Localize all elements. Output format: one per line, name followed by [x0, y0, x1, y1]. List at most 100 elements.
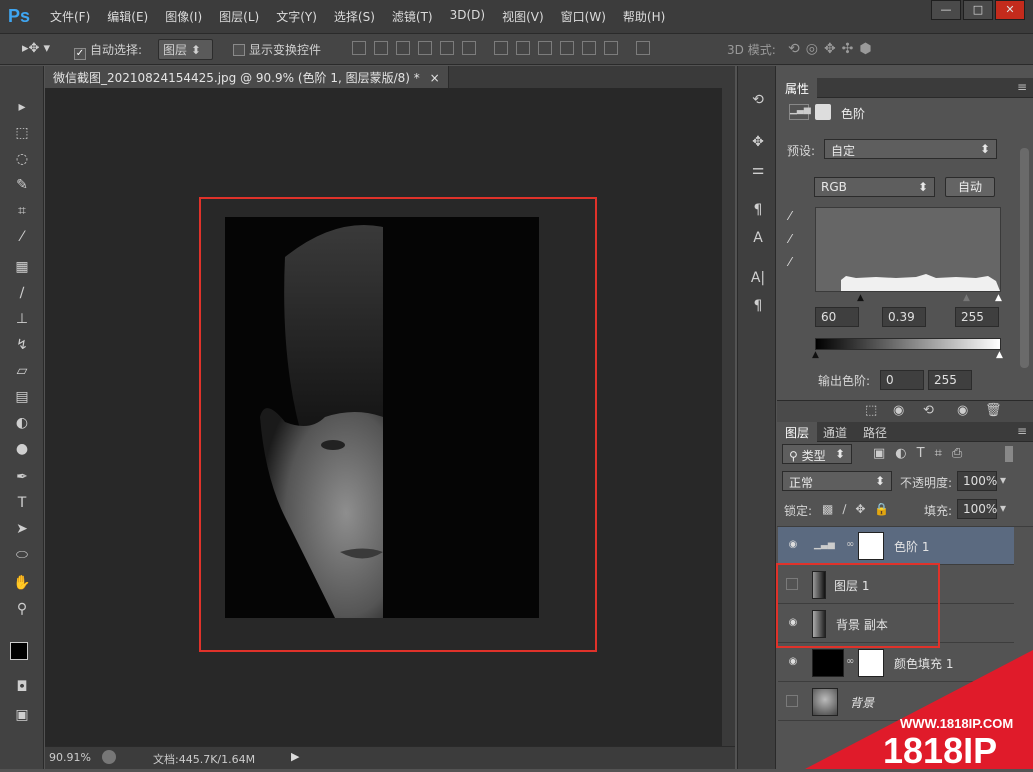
history-icon[interactable]: ⟲	[748, 92, 768, 112]
input-gamma-field[interactable]: 0.39	[882, 307, 926, 327]
align-vcenter-icon[interactable]	[374, 41, 388, 55]
delete-adjustment-icon[interactable]: 🗑	[985, 403, 1002, 418]
zoom-tool-icon[interactable]: ⚲	[10, 598, 34, 620]
menu-select[interactable]: 选择(S)	[334, 8, 375, 25]
move-tool-icon[interactable]: ▸	[10, 96, 34, 118]
foreground-color-swatch[interactable]	[10, 642, 28, 660]
blur-tool-icon[interactable]: ◐	[10, 412, 34, 434]
close-tab-icon[interactable]: ×	[430, 71, 440, 85]
input-white-field[interactable]: 255	[955, 307, 999, 327]
menu-help[interactable]: 帮助(H)	[623, 8, 665, 25]
document-tab[interactable]: 微信截图_20210824154425.jpg @ 90.9% (色阶 1, 图…	[45, 66, 449, 88]
stamp-tool-icon[interactable]: ⊥	[10, 308, 34, 330]
marquee-tool-icon[interactable]: ⬚	[10, 122, 34, 144]
align-top-icon[interactable]	[352, 41, 366, 55]
output-white-field[interactable]: 255	[928, 370, 972, 390]
white-point-slider[interactable]: ▲	[995, 293, 1002, 303]
properties-scrollbar[interactable]	[1020, 148, 1029, 368]
input-black-field[interactable]: 60	[815, 307, 859, 327]
opacity-arrow-icon[interactable]: ▾	[1000, 473, 1006, 487]
auto-select-dropdown[interactable]: 图层 ⬍	[158, 39, 213, 60]
brush-tool-icon[interactable]: ∕	[10, 282, 34, 304]
menu-filter[interactable]: 滤镜(T)	[392, 8, 433, 25]
menu-3d[interactable]: 3D(D)	[450, 8, 485, 25]
path-select-tool-icon[interactable]: ➤	[10, 518, 34, 540]
panel-menu-icon[interactable]: ≡	[1017, 80, 1027, 94]
auto-button[interactable]: 自动	[945, 177, 995, 197]
distribute-hcenter-icon[interactable]	[581, 41, 596, 55]
brush-presets-icon[interactable]: ✥	[748, 134, 768, 154]
healing-tool-icon[interactable]: ▦	[10, 256, 34, 278]
channel-dropdown[interactable]: RGB ⬍	[814, 177, 935, 197]
auto-align-icon[interactable]	[635, 41, 650, 55]
paragraph-style-icon[interactable]: ¶	[748, 202, 768, 222]
minimize-button[interactable]: —	[931, 0, 961, 20]
eyedropper-tool-icon[interactable]: ⁄	[10, 226, 34, 248]
distribute-top-icon[interactable]	[493, 41, 508, 55]
clip-to-layer-icon[interactable]: ⬚	[865, 403, 877, 418]
menu-image[interactable]: 图像(I)	[165, 8, 202, 25]
vertical-scrollbar[interactable]	[722, 88, 735, 746]
blend-mode-dropdown[interactable]: 正常 ⬍	[782, 471, 892, 491]
tab-paths[interactable]: 路径	[855, 422, 895, 442]
layer-row-levels[interactable]: ◉ ▁▃▅ ∞ 色阶 1	[778, 527, 1014, 565]
dodge-tool-icon[interactable]: ●	[10, 438, 34, 460]
adjust-icon[interactable]: ⚌	[748, 162, 768, 182]
auto-select-checkbox[interactable]: ✓ 自动选择:	[74, 41, 142, 60]
opacity-field[interactable]: 100%	[957, 471, 997, 491]
filter-toggle[interactable]	[1005, 446, 1013, 462]
screen-mode-icon[interactable]: ▣	[10, 704, 34, 726]
crop-tool-icon[interactable]: ⌗	[10, 200, 34, 222]
visibility-toggle[interactable]	[786, 695, 798, 707]
eye-icon[interactable]: ◉	[786, 539, 800, 551]
move-tool-icon[interactable]: ▸✥ ▾	[22, 41, 50, 56]
menu-view[interactable]: 视图(V)	[502, 8, 544, 25]
view-previous-icon[interactable]: ◉	[893, 403, 904, 418]
mask-icon[interactable]	[815, 104, 831, 120]
show-transform-checkbox[interactable]: 显示变换控件	[233, 41, 321, 58]
lock-icons[interactable]: ▩∕✥🔒	[822, 502, 898, 516]
menu-edit[interactable]: 编辑(E)	[107, 8, 148, 25]
character-icon[interactable]: A|	[748, 270, 768, 290]
pen-tool-icon[interactable]: ✒	[10, 466, 34, 488]
output-white-slider[interactable]: ▲	[996, 350, 1003, 360]
fill-arrow-icon[interactable]: ▾	[1000, 501, 1006, 515]
eyedropper-gray-icon[interactable]: ⁄	[789, 232, 791, 246]
fill-field[interactable]: 100%	[957, 499, 997, 519]
gamma-slider[interactable]: ▲	[963, 293, 970, 303]
quick-select-tool-icon[interactable]: ✎	[10, 174, 34, 196]
menu-layer[interactable]: 图层(L)	[219, 8, 259, 25]
output-black-slider[interactable]: ▲	[812, 350, 819, 360]
zoom-level[interactable]: 90.91%	[49, 751, 91, 764]
layer-filter-icons[interactable]: ▣◐T⌗⎙	[873, 446, 972, 461]
distribute-left-icon[interactable]	[559, 41, 574, 55]
hand-tool-icon[interactable]: ✋	[10, 572, 34, 594]
output-black-field[interactable]: 0	[880, 370, 924, 390]
visibility-icon[interactable]: ◉	[957, 403, 968, 418]
link-icon[interactable]: ∞	[846, 539, 854, 550]
align-right-icon[interactable]	[462, 41, 476, 55]
distribute-bottom-icon[interactable]	[537, 41, 552, 55]
eraser-tool-icon[interactable]: ▱	[10, 360, 34, 382]
distribute-vcenter-icon[interactable]	[515, 41, 530, 55]
type-tool-icon[interactable]: T	[10, 492, 34, 514]
layer-mask-thumbnail[interactable]	[858, 532, 884, 560]
preset-dropdown[interactable]: 自定 ⬍	[824, 139, 997, 159]
status-menu-icon[interactable]	[102, 750, 116, 764]
gradient-tool-icon[interactable]: ▤	[10, 386, 34, 408]
3d-tools-icons[interactable]: ⟲◎✥✣⬢	[788, 41, 878, 57]
reset-icon[interactable]: ⟲	[923, 403, 934, 418]
menu-type[interactable]: 文字(Y)	[276, 8, 317, 25]
menu-file[interactable]: 文件(F)	[50, 8, 90, 25]
align-left-icon[interactable]	[418, 41, 432, 55]
black-point-slider[interactable]: ▲	[857, 293, 864, 303]
layer-filter-dropdown[interactable]: ⚲ 类型 ⬍	[782, 444, 852, 464]
shape-tool-icon[interactable]: ⬭	[10, 544, 34, 566]
eyedropper-black-icon[interactable]: ⁄	[789, 209, 791, 223]
eye-icon[interactable]: ◉	[786, 656, 800, 668]
menu-window[interactable]: 窗口(W)	[561, 8, 606, 25]
tab-layers[interactable]: 图层	[777, 422, 818, 442]
tab-channels[interactable]: 通道	[815, 422, 855, 442]
history-brush-tool-icon[interactable]: ↯	[10, 334, 34, 356]
eyedropper-white-icon[interactable]: ⁄	[789, 255, 791, 269]
